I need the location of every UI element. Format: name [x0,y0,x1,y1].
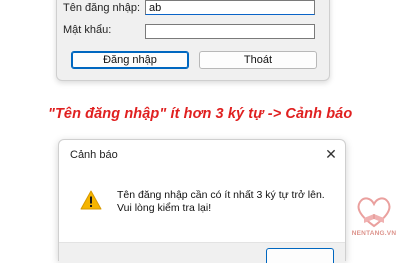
login-button[interactable]: Đăng nhập [71,51,189,69]
message-line-1: Tên đăng nhập cần có ít nhất 3 ký tự trở… [117,189,325,201]
heart-book-icon [357,197,391,228]
password-label: Mật khẩu: [63,24,112,36]
password-input[interactable] [145,24,315,39]
message-line-2: Vui lòng kiểm tra lại! [117,202,212,214]
login-window: Tên đăng nhập: ab Mật khẩu: Đăng nhập Th… [56,0,330,81]
dialog-body: Tên đăng nhập cần có ít nhất 3 ký tự trở… [59,170,345,242]
dialog-title: Cảnh báo [70,149,118,161]
username-label: Tên đăng nhập: [63,2,141,14]
warning-dialog: Cảnh báo ✕ Tên đăng nhập cần có ít nhất … [58,139,346,263]
watermark-text: NENTANG.VN [351,230,397,237]
ok-button[interactable] [266,248,334,263]
watermark-logo: NENTANG.VN [350,192,398,244]
username-input[interactable]: ab [145,0,315,15]
dialog-footer [59,242,345,263]
close-icon[interactable]: ✕ [323,146,339,162]
dialog-message: Tên đăng nhập cần có ít nhất 3 ký tự trở… [117,189,325,215]
exit-button[interactable]: Thoát [199,51,317,69]
warning-caption: "Tên đăng nhập" ít hơn 3 ký tự -> Cảnh b… [48,106,353,122]
warning-icon [80,190,102,210]
